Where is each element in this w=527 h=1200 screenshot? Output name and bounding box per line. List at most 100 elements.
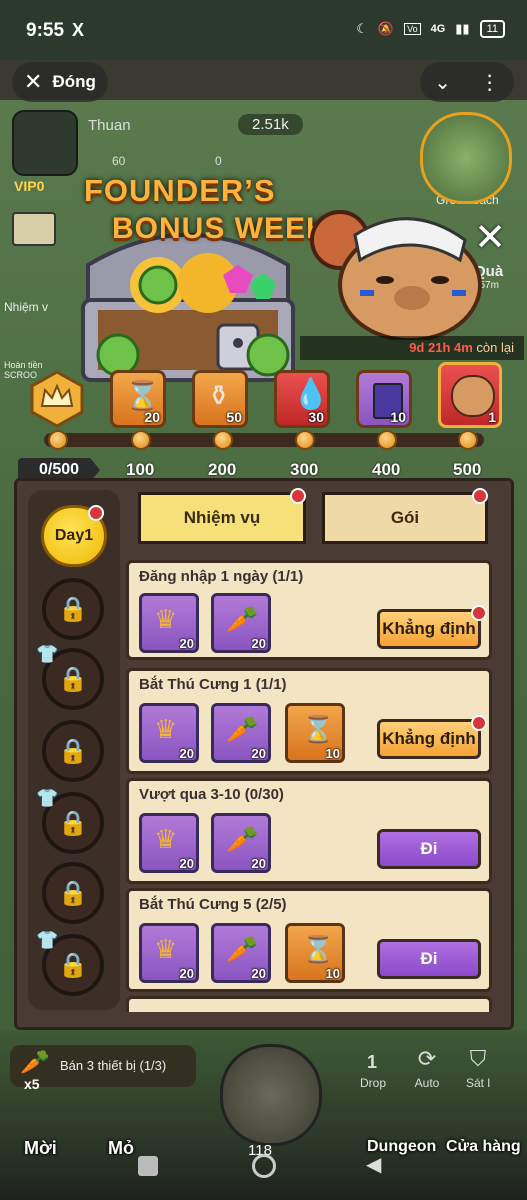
lock-icon: 🔒: [58, 595, 88, 623]
vip-badge: VIP0: [14, 178, 45, 194]
event-title-line2: BONUS WEEK: [112, 212, 329, 245]
go-button[interactable]: Đi: [377, 829, 481, 869]
notification-dot: [290, 488, 306, 504]
more-vertical-icon[interactable]: ⋮: [480, 70, 500, 95]
milestone-dot: [131, 430, 151, 450]
progress-track: [44, 433, 484, 447]
crown-badge-icon: ♛: [154, 714, 178, 744]
moon-icon: ☾: [356, 21, 368, 36]
hourglass-icon: ⌛: [302, 934, 335, 964]
task-reward-carrot: 🥕 20: [211, 923, 271, 983]
top-right-menu: ⌄ ⋮: [420, 62, 514, 102]
go-button[interactable]: Đi: [377, 939, 481, 979]
task-reward-crown: ♛ 20: [139, 813, 199, 873]
status-bar: 9:55 X ☾ 🔕 Vo 4G ▮▮ 11: [0, 0, 527, 60]
task-reward-crown: ♛ 20: [139, 593, 199, 653]
carrot-icon: 🥕: [20, 1049, 50, 1076]
nav-shop[interactable]: Cửa hàng: [446, 1138, 521, 1156]
task-reward-hourglass: ⌛ 10: [285, 923, 345, 983]
task-title: Vượt qua 3-10 (0/30): [139, 786, 284, 803]
task-title: Bắt Thú Cưng 1 (1/1): [139, 676, 287, 693]
close-button[interactable]: ✕ Đóng: [12, 62, 108, 102]
power-value: 2.51k: [238, 114, 303, 135]
player-name: Thuan: [88, 117, 131, 134]
reward-count: 20: [179, 966, 194, 981]
milestone-dot: [295, 430, 315, 450]
day-tab-locked[interactable]: 🔒: [42, 720, 104, 782]
kill-button[interactable]: Sát l: [455, 1076, 501, 1090]
reward-count: 10: [325, 746, 340, 761]
tab-tasks[interactable]: Nhiệm vụ: [138, 492, 306, 544]
task-row: Vượt qua 3-10 (0/30) ♛ 20 🥕 20 Đi: [126, 778, 492, 884]
auto-button[interactable]: Auto: [404, 1076, 450, 1090]
lock-icon: 🔒: [58, 737, 88, 765]
x-app-icon: X: [72, 20, 85, 40]
milestone-label: 200: [208, 460, 237, 479]
task-row-partial: [126, 996, 492, 1012]
track-reward-capybara[interactable]: 1: [438, 362, 502, 428]
milestone-label: 500: [453, 460, 482, 479]
track-reward-hourglass[interactable]: ⌛ 20: [110, 370, 166, 428]
battery-icon: 11: [479, 20, 505, 38]
track-reward-card[interactable]: 10: [356, 370, 412, 428]
lock-icon: 🔒: [58, 879, 88, 907]
mail-icon[interactable]: [12, 212, 56, 246]
carrot-icon: 🥕: [226, 714, 259, 744]
capybara-mascot-icon: [310, 210, 482, 340]
crossed-swords-icon[interactable]: [220, 1044, 322, 1146]
milestone-label: 400: [372, 460, 401, 479]
avatar[interactable]: [12, 110, 78, 176]
milestone-dot: [458, 430, 478, 450]
task-row: Đăng nhập 1 ngày (1/1) ♛ 20 🥕 20 Khẳng địn…: [126, 560, 492, 660]
confirm-button[interactable]: Khẳng định: [377, 609, 481, 649]
chevron-down-icon[interactable]: ⌄: [434, 70, 451, 95]
event-timer: 9d 21h 4m còn lại: [300, 336, 524, 360]
task-row: Bắt Thú Cưng 5 (2/5) ♛ 20 🥕 20 ⌛ 10 Đi: [126, 888, 492, 992]
event-timer-suffix: còn lại: [472, 340, 514, 355]
status-icons: ☾ 🔕 Vo 4G ▮▮ 11: [356, 20, 505, 38]
notification-dot: [88, 505, 104, 521]
day-tab-locked[interactable]: 🔒: [42, 862, 104, 924]
carrot-icon: 🥕: [226, 934, 259, 964]
milestone-label: 300: [290, 460, 319, 479]
gem-count: 60: [112, 154, 126, 168]
recents-icon[interactable]: [138, 1156, 158, 1176]
notification-dot: [471, 605, 487, 621]
reward-count: 20: [179, 856, 194, 871]
task-title: Bắt Thú Cưng 5 (2/5): [139, 896, 287, 913]
shirt-icon: 👕: [36, 930, 59, 950]
reward-count: 10: [390, 409, 406, 425]
crown-badge-icon: [30, 370, 84, 428]
task-reward-crown: ♛ 20: [139, 703, 199, 763]
side-label-quests: Nhiệm v: [4, 300, 49, 314]
reward-count: 50: [226, 409, 242, 425]
quest-count: x5: [24, 1076, 40, 1092]
track-reward-vase[interactable]: ⚱ 50: [192, 370, 248, 428]
home-icon[interactable]: [252, 1154, 276, 1178]
close-event-button[interactable]: ✕: [470, 218, 510, 258]
carrot-icon: 🥕: [226, 824, 259, 854]
reward-count: 20: [144, 409, 160, 425]
drop-button[interactable]: Drop: [350, 1076, 396, 1090]
drop-count: 1: [367, 1052, 378, 1072]
tab-packs[interactable]: Gói: [322, 492, 488, 544]
carrot-icon: 🥕: [226, 604, 259, 634]
task-reward-carrot: 🥕 20: [211, 593, 271, 653]
refresh-icon: ⟳: [417, 1046, 437, 1071]
event-title-line1: FOUNDER’S: [84, 173, 276, 208]
track-reward-blood[interactable]: 💧 30: [274, 370, 330, 428]
hourglass-icon: ⌛: [302, 714, 335, 744]
back-icon[interactable]: ◀: [366, 1152, 381, 1177]
confirm-button[interactable]: Khẳng định: [377, 719, 481, 759]
task-title: Đăng nhập 1 ngày (1/1): [139, 568, 304, 585]
reward-count: 20: [251, 636, 266, 651]
signal-icon: ▮▮: [455, 21, 470, 36]
crown-badge-icon: ♛: [154, 824, 178, 854]
shirt-icon: 👕: [36, 788, 59, 808]
status-time: 9:55: [26, 20, 65, 41]
reward-count: 10: [325, 966, 340, 981]
reward-count: 20: [179, 636, 194, 651]
day-tab-locked[interactable]: 🔒: [42, 578, 104, 640]
reward-count: 20: [179, 746, 194, 761]
reward-count: 30: [308, 409, 324, 425]
